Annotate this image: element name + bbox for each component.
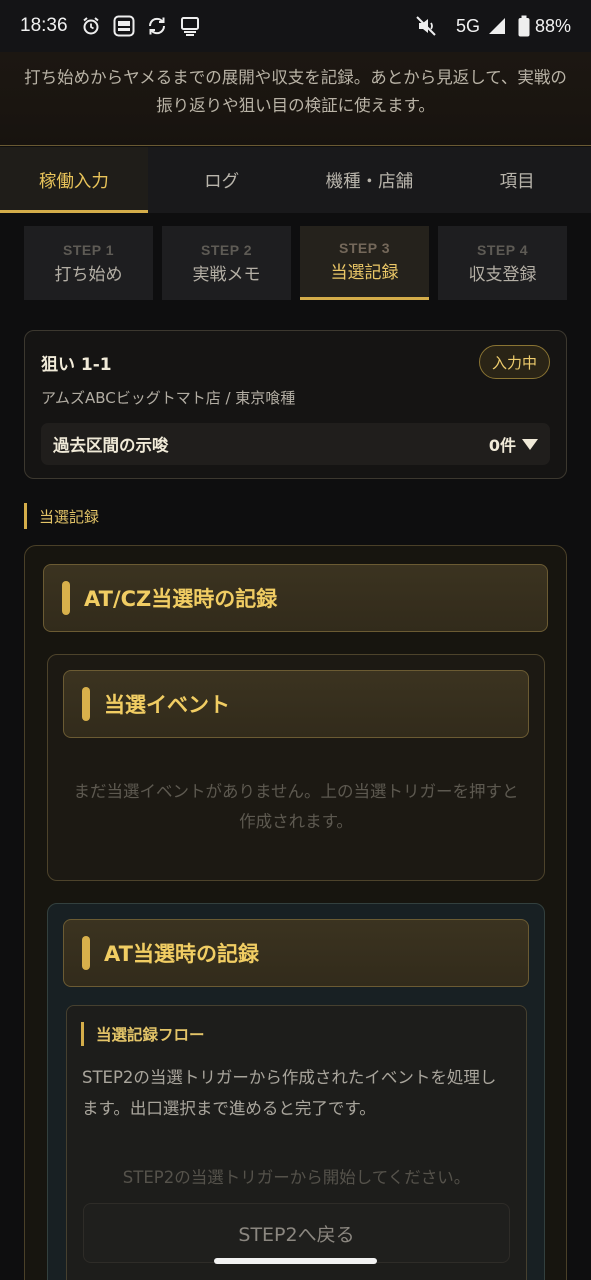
step-2-button[interactable]: STEP 2 実戦メモ <box>162 226 291 300</box>
past-hints-count: 0件 <box>489 432 538 456</box>
target-name: 狙い 1-1 <box>41 355 112 375</box>
win-event-panel: 当選イベント まだ当選イベントがありません。上の当選トリガーを押すと作成されます… <box>47 654 545 881</box>
target-card: 狙い 1-1 入力中 アムズABCビッグトマト店 / 東京喰種 過去区間の示唆 … <box>24 330 567 479</box>
status-badge: 入力中 <box>478 345 550 379</box>
step-number: STEP 4 <box>477 241 528 258</box>
heading-text: 当選イベント <box>104 693 230 717</box>
step-navigation: STEP 1 打ち始め STEP 2 実戦メモ STEP 3 当選記録 STEP… <box>24 226 567 300</box>
battery-icon <box>517 13 531 39</box>
flow-hint: STEP2の当選トリガーから開始してください。 <box>122 1168 471 1187</box>
at-record-heading: AT当選時の記録 <box>63 919 529 987</box>
step-number: STEP 2 <box>201 241 252 258</box>
status-time: 18:36 <box>20 15 68 36</box>
step-number: STEP 3 <box>339 240 390 256</box>
tab-work-input[interactable]: 稼働入力 <box>0 147 148 213</box>
heading-accent-bar <box>82 687 90 721</box>
cast-icon <box>177 13 203 39</box>
top-tab-bar: 稼働入力 ログ 機種・店舗 項目 <box>0 147 591 213</box>
home-indicator[interactable] <box>214 1258 377 1264</box>
battery-level: 88% <box>534 15 571 36</box>
step-4-button[interactable]: STEP 4 収支登録 <box>438 226 567 300</box>
tab-machine-store[interactable]: 機種・店舗 <box>296 147 444 213</box>
step-label: 収支登録 <box>468 264 537 285</box>
step-3-button[interactable]: STEP 3 当選記録 <box>300 226 429 300</box>
heading-text: AT当選時の記録 <box>104 942 259 966</box>
heading-accent-bar <box>82 936 90 970</box>
past-hints-label: 過去区間の示唆 <box>53 436 169 455</box>
past-hints-toggle[interactable]: 過去区間の示唆 0件 <box>41 423 550 465</box>
step-label: 実戦メモ <box>192 264 261 285</box>
flow-title: 当選記録フロー <box>81 1022 205 1046</box>
app-notification-icon <box>111 13 137 39</box>
intro-banner: 打ち始めからヤメるまでの展開や収支を記録。あとから見返して、実戦の振り返りや狙い… <box>0 52 591 146</box>
step-label: 打ち始め <box>54 264 123 285</box>
at-record-panel: AT当選時の記録 当選記録フロー STEP2の当選トリガーから作成されたイベント… <box>47 903 545 1280</box>
heading-text: AT/CZ当選時の記録 <box>84 587 278 611</box>
step-1-button[interactable]: STEP 1 打ち始め <box>24 226 153 300</box>
empty-state-message: まだ当選イベントがありません。上の当選トリガーを押すと作成されます。 <box>73 782 519 831</box>
step-number: STEP 1 <box>63 241 114 258</box>
heading-accent-bar <box>62 581 70 615</box>
record-flow-card: 当選記録フロー STEP2の当選トリガーから作成されたイベントを処理します。出口… <box>66 1005 527 1280</box>
intro-text: 打ち始めからヤメるまでの展開や収支を記録。あとから見返して、実戦の振り返りや狙い… <box>24 68 567 115</box>
store-machine-label: アムズABCビッグトマト店 / 東京喰種 <box>41 389 296 407</box>
sync-icon <box>144 13 170 39</box>
tab-log[interactable]: ログ <box>148 147 296 213</box>
section-title: 当選記録 <box>24 503 99 529</box>
flow-description: STEP2の当選トリガーから作成されたイベントを処理します。出口選択まで進めると… <box>82 1068 497 1118</box>
tab-items[interactable]: 項目 <box>443 147 591 213</box>
win-record-card: AT/CZ当選時の記録 当選イベント まだ当選イベントがありません。上の当選トリ… <box>24 545 567 1280</box>
signal-icon <box>484 13 510 39</box>
hint-count-value: 0件 <box>488 436 516 455</box>
step-label: 当選記録 <box>330 263 399 283</box>
alarm-icon <box>78 13 104 39</box>
mute-icon <box>413 13 439 39</box>
network-type: 5G <box>455 15 480 36</box>
back-to-step2-button[interactable]: STEP2へ戻る <box>83 1203 510 1263</box>
status-bar: 18:36 5G 88% <box>0 0 591 52</box>
chevron-down-icon <box>522 438 538 450</box>
at-cz-record-heading: AT/CZ当選時の記録 <box>43 564 548 632</box>
win-event-heading: 当選イベント <box>63 670 529 738</box>
